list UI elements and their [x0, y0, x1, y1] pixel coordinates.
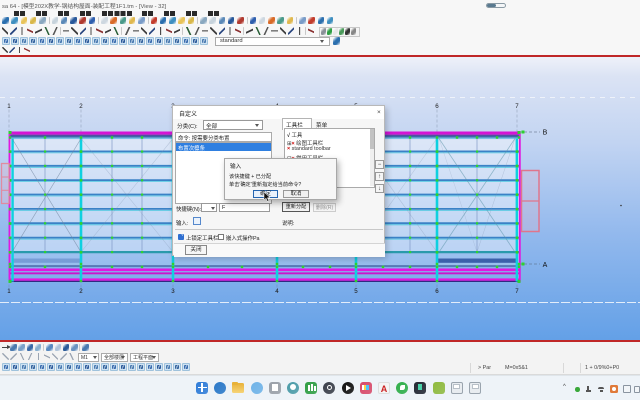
svg-text:3: 3: [171, 288, 175, 295]
svg-text:2: 2: [79, 103, 83, 110]
svg-text:A: A: [543, 262, 548, 269]
svg-text:B: B: [543, 129, 548, 136]
svg-text:7: 7: [515, 288, 519, 295]
svg-text:1: 1: [7, 288, 11, 295]
svg-text:6: 6: [435, 103, 439, 110]
svg-text:5: 5: [354, 288, 358, 295]
svg-text:4: 4: [275, 288, 279, 295]
svg-text:2: 2: [79, 288, 83, 295]
svg-text:7: 7: [515, 103, 519, 110]
svg-text:6: 6: [435, 288, 439, 295]
svg-text:1: 1: [7, 103, 11, 110]
